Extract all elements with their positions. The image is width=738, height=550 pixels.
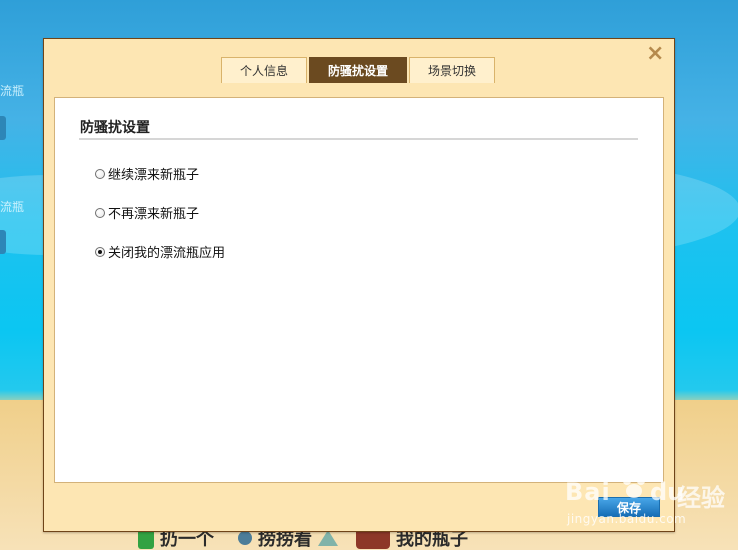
watermark-text: Bai: [565, 478, 611, 506]
tab-personal-info[interactable]: 个人信息: [221, 57, 308, 83]
section-divider: [79, 138, 638, 140]
option-close-app[interactable]: 关闭我的漂流瓶应用: [95, 242, 225, 261]
left-label: 流瓶: [0, 200, 25, 214]
watermark-site: jingyan.baidu.com: [567, 512, 687, 526]
watermark-text: 经验: [677, 484, 725, 512]
close-button[interactable]: ×: [646, 43, 664, 65]
settings-dialog: × 个人信息 防骚扰设置 场景切换 防骚扰设置 继续漂来新瓶子 不再漂来新瓶子 …: [43, 38, 675, 532]
option-label: 关闭我的漂流瓶应用: [108, 246, 226, 261]
left-tab[interactable]: [0, 230, 6, 254]
option-label: 不再漂来新瓶子: [108, 207, 200, 222]
baidu-watermark: Bai du 经验 jingyan.baidu.com: [565, 470, 725, 540]
sign-icon: [318, 530, 338, 546]
settings-panel: 防骚扰设置 继续漂来新瓶子 不再漂来新瓶子 关闭我的漂流瓶应用: [54, 97, 664, 483]
left-tab[interactable]: [0, 116, 6, 140]
app-window: 流瓶 流瓶 扔一个 捞捞看 我的瓶子 × 个人信息 防骚扰设置 场景切换 防骚扰…: [0, 0, 738, 550]
tab-anti-harassment-settings[interactable]: 防骚扰设置: [309, 57, 408, 83]
section-title: 防骚扰设置: [80, 120, 150, 136]
left-label: 流瓶: [0, 84, 25, 98]
option-continue-new-bottles[interactable]: 继续漂来新瓶子: [95, 164, 199, 183]
option-no-new-bottles[interactable]: 不再漂来新瓶子: [95, 203, 199, 222]
tab-strip: 个人信息 防骚扰设置 场景切换: [221, 57, 497, 85]
radio-button[interactable]: [95, 168, 105, 179]
radio-button[interactable]: [95, 207, 105, 218]
tab-scene-switch[interactable]: 场景切换: [409, 57, 496, 83]
paw-icon: [623, 474, 645, 498]
pin-icon: [238, 531, 252, 545]
option-label: 继续漂来新瓶子: [108, 168, 200, 183]
close-icon: ×: [646, 41, 665, 66]
radio-button-selected[interactable]: [95, 246, 105, 257]
